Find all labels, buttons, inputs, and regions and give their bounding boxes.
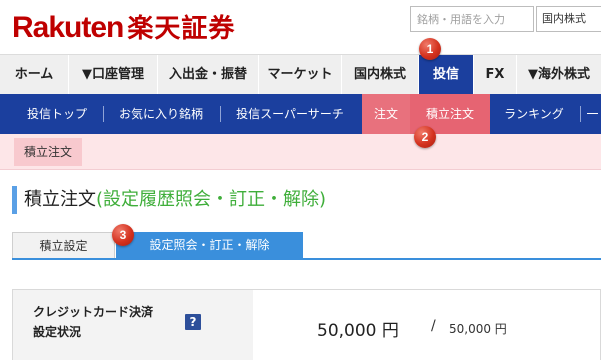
search-input[interactable]: [410, 6, 534, 32]
sub-nav: 投信トップ お気に入り銘柄 投信スーパーサーチ 注文 積立注文 ランキング 一: [0, 94, 601, 134]
nav-investment-trust[interactable]: 投信: [419, 55, 474, 94]
credit-card-label: クレジットカード決済 設定状況: [33, 302, 193, 342]
credit-card-amount: 50,000 円: [317, 321, 399, 341]
nav-account[interactable]: ▼口座管理: [69, 55, 158, 94]
subnav-fund-top[interactable]: 投信トップ: [14, 94, 100, 134]
tab-underline: [12, 258, 601, 260]
credit-card-label-line2: 設定状況: [33, 325, 82, 339]
subnav-divider: [580, 106, 581, 122]
logo-cjk: 楽天証券: [127, 14, 236, 44]
nav-domestic-stock[interactable]: 国内株式: [342, 55, 419, 94]
callout-badge-2: 2: [414, 126, 436, 148]
help-icon[interactable]: ?: [185, 314, 201, 330]
subnav-favorites[interactable]: お気に入り銘柄: [108, 94, 214, 134]
table-label-cell: クレジットカード決済 設定状況 ?: [13, 290, 253, 360]
tab-recurring-setup[interactable]: 積立設定: [12, 232, 115, 259]
title-accent-bar: [12, 186, 17, 214]
subnav-super-search[interactable]: 投信スーパーサーチ: [224, 94, 356, 134]
callout-badge-1: 1: [419, 38, 441, 60]
callout-badge-3: 3: [112, 224, 134, 246]
main-nav: ホーム ▼口座管理 入出金・振替 マーケット 国内株式 投信 FX ▼海外株式: [0, 54, 601, 94]
subnav-divider: [220, 106, 221, 122]
logo-latin: Rakuten: [12, 11, 124, 44]
subnav-divider: [103, 106, 104, 122]
credit-card-label-line1: クレジットカード決済: [33, 305, 154, 319]
crumb-recurring-order[interactable]: 積立注文: [14, 138, 83, 166]
rakuten-logo[interactable]: Rakuten 楽天証券: [12, 8, 235, 48]
nav-market[interactable]: マーケット: [259, 55, 342, 94]
crumb-bar: 積立注文: [0, 134, 601, 170]
nav-home[interactable]: ホーム: [0, 55, 69, 94]
subnav-ranking[interactable]: ランキング: [494, 94, 574, 134]
credit-card-limit: 50,000 円: [449, 322, 507, 336]
page-title-subtitle: (設定履歴照会・訂正・解除): [96, 189, 327, 210]
page-title-main: 積立注文: [24, 189, 96, 210]
credit-card-setting-table: クレジットカード決済 設定状況 ? 50,000 円 / 50,000 円: [12, 289, 601, 360]
amount-separator: /: [431, 318, 436, 334]
tab-setting-inquiry[interactable]: 設定照会・訂正・解除: [116, 232, 303, 259]
page-title: 積立注文(設定履歴照会・訂正・解除): [24, 184, 326, 216]
search-scope-select[interactable]: 国内株式: [536, 6, 601, 32]
nav-deposit[interactable]: 入出金・振替: [158, 55, 259, 94]
nav-foreign-stock[interactable]: ▼海外株式: [517, 55, 601, 94]
nav-fx[interactable]: FX: [474, 55, 517, 94]
subnav-more[interactable]: 一: [584, 94, 601, 134]
subnav-order[interactable]: 注文: [362, 94, 410, 134]
